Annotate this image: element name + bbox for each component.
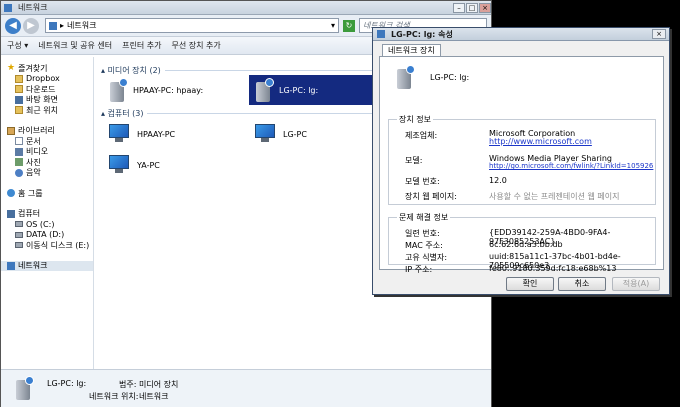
sidebar-item-drive-e[interactable]: 이동식 디스크 (E:): [1, 240, 93, 251]
removable-drive-icon: [15, 242, 23, 249]
explorer-title: 네트워크: [18, 3, 48, 12]
sidebar-item-recent[interactable]: 최근 위치: [1, 105, 93, 116]
sidebar-item-homegroup[interactable]: 홈 그룹: [1, 188, 93, 199]
device-webpage-value: 사용할 수 없는 프레젠테이션 웹 페이지: [489, 192, 620, 201]
explorer-title-bar: 네트워크 – □ ×: [1, 1, 491, 15]
library-icon: [7, 126, 15, 135]
tab-panel: LG-PC: lg: 장치 정보 제조업체: Microsoft Corpora…: [379, 56, 664, 274]
manufacturer-link[interactable]: http://www.microsoft.com: [489, 137, 592, 146]
address-bar[interactable]: ▸ 네트워크 ▾: [45, 18, 339, 33]
model-link[interactable]: http://go.microsoft.com/fwlink/?LinkId=1…: [489, 162, 653, 170]
back-button[interactable]: ◀: [5, 17, 21, 34]
sidebar-item-favorites[interactable]: ★ 즐겨찾기: [1, 63, 93, 74]
computer-icon: [255, 124, 277, 144]
add-wireless-device-button[interactable]: 무선 장치 추가: [172, 40, 221, 51]
serial-label: 일련 번호:: [405, 229, 440, 238]
network-icon: [49, 21, 57, 30]
video-icon: [15, 147, 23, 156]
device-info-group: 장치 정보 제조업체: Microsoft Corporation http:/…: [388, 114, 656, 205]
sidebar-item-videos[interactable]: 비디오: [1, 147, 93, 158]
uid-label: 고유 식별자:: [405, 253, 448, 262]
navigation-pane: ★ 즐겨찾기 Dropbox 다운로드 바탕 화면 최근 위치 라이브러리 문서 …: [1, 57, 94, 369]
folder-icon: [15, 74, 23, 83]
ip-label: IP 주소:: [405, 265, 433, 274]
details-category-value: 미디어 장치: [139, 380, 179, 389]
media-device-icon: [109, 78, 128, 102]
sidebar-item-pictures[interactable]: 사진: [1, 157, 93, 168]
dialog-title: LG-PC: lg: 속성: [391, 29, 453, 39]
network-icon: [377, 30, 385, 38]
device-webpage-label: 장치 웹 페이지:: [405, 192, 457, 201]
homegroup-icon: [7, 189, 15, 198]
computer-icon: [109, 124, 131, 144]
document-icon: [15, 137, 23, 146]
sidebar-item-libraries[interactable]: 라이브러리: [1, 126, 93, 137]
details-category-label: 범주:: [119, 380, 137, 389]
refresh-icon[interactable]: ↻: [343, 19, 355, 32]
model-number-label: 모델 번호:: [405, 177, 440, 186]
ok-button[interactable]: 확인: [506, 277, 554, 291]
computer-icon: [109, 155, 131, 175]
sidebar-item-network[interactable]: 네트워크: [1, 260, 93, 271]
sidebar-item-drive-d[interactable]: DATA (D:): [1, 230, 93, 241]
details-location-label: 네트워크 위치:: [89, 392, 139, 401]
properties-dialog: LG-PC: lg: 속성 × 네트워크 장치 LG-PC: lg: 장치 정보…: [372, 27, 670, 295]
maximize-button[interactable]: □: [466, 2, 478, 13]
device-name: LG-PC: lg:: [430, 72, 470, 82]
apply-button[interactable]: 적용(A): [612, 277, 660, 291]
network-icon: [7, 261, 15, 270]
picture-icon: [15, 158, 23, 167]
mac-label: MAC 주소:: [405, 241, 443, 250]
media-device-icon: [255, 78, 274, 102]
drive-icon: [15, 231, 23, 238]
dialog-title-bar: LG-PC: lg: 속성 ×: [373, 28, 669, 41]
forward-button[interactable]: ▶: [23, 17, 39, 34]
sidebar-item-dropbox[interactable]: Dropbox: [1, 74, 93, 85]
media-device-icon: [396, 65, 415, 89]
chevron-down-icon[interactable]: ▾: [331, 21, 335, 30]
drive-icon: [15, 221, 23, 228]
model-label: 모델:: [405, 156, 423, 165]
cancel-button[interactable]: 취소: [558, 277, 606, 291]
breadcrumb-network[interactable]: 네트워크: [67, 20, 96, 31]
group-label: 문제 해결 정보: [397, 212, 451, 223]
dialog-close-button[interactable]: ×: [652, 29, 666, 39]
desktop-icon: [15, 95, 23, 104]
media-device-icon: [15, 376, 34, 400]
organize-button[interactable]: 구성 ▾: [7, 40, 28, 51]
sidebar-item-desktop[interactable]: 바탕 화면: [1, 95, 93, 106]
ip-value: fe80::9180:359d:fc18:e68b%13: [489, 264, 617, 273]
computer-tile[interactable]: YA-PC: [103, 150, 249, 180]
address-arrow: ▸: [60, 21, 65, 30]
troubleshooting-group: 문제 해결 정보 일련 번호: {EDD39142-259A-4BD0-9FA4…: [388, 212, 656, 274]
music-icon: [15, 168, 23, 177]
details-pane: LG-PC: lg: 범주: 미디어 장치 네트워크 위치: 네트워크: [1, 369, 491, 407]
sidebar-item-computer[interactable]: 컴퓨터: [1, 209, 93, 220]
section-computers[interactable]: ▴ 컴퓨터 (3): [101, 108, 144, 119]
close-button[interactable]: ×: [479, 2, 491, 13]
group-label: 장치 정보: [397, 114, 433, 125]
sidebar-item-drive-c[interactable]: OS (C:): [1, 219, 93, 230]
add-printer-button[interactable]: 프린터 추가: [122, 40, 161, 51]
star-icon: ★: [7, 63, 16, 74]
mac-value: 6c:62:6d:a3:bb:db: [489, 240, 563, 249]
sidebar-item-music[interactable]: 음악: [1, 168, 93, 179]
sidebar-item-downloads[interactable]: 다운로드: [1, 84, 93, 95]
manufacturer-label: 제조업체:: [405, 131, 438, 140]
network-sharing-center-button[interactable]: 네트워크 및 공유 센터: [38, 40, 112, 51]
details-name: LG-PC: lg:: [47, 379, 87, 388]
computer-tile[interactable]: HPAAY-PC: [103, 119, 249, 149]
details-location-value: 네트워크: [139, 392, 169, 401]
minimize-button[interactable]: –: [453, 2, 465, 13]
recent-places-icon: [15, 106, 23, 115]
media-device-tile[interactable]: HPAAY-PC: hpaay:: [103, 75, 249, 105]
network-icon: [4, 3, 12, 12]
folder-icon: [15, 85, 23, 94]
device-header: LG-PC: lg:: [396, 65, 469, 89]
computer-icon: [7, 209, 15, 218]
sidebar-item-documents[interactable]: 문서: [1, 136, 93, 147]
model-number-value: 12.0: [489, 176, 507, 185]
